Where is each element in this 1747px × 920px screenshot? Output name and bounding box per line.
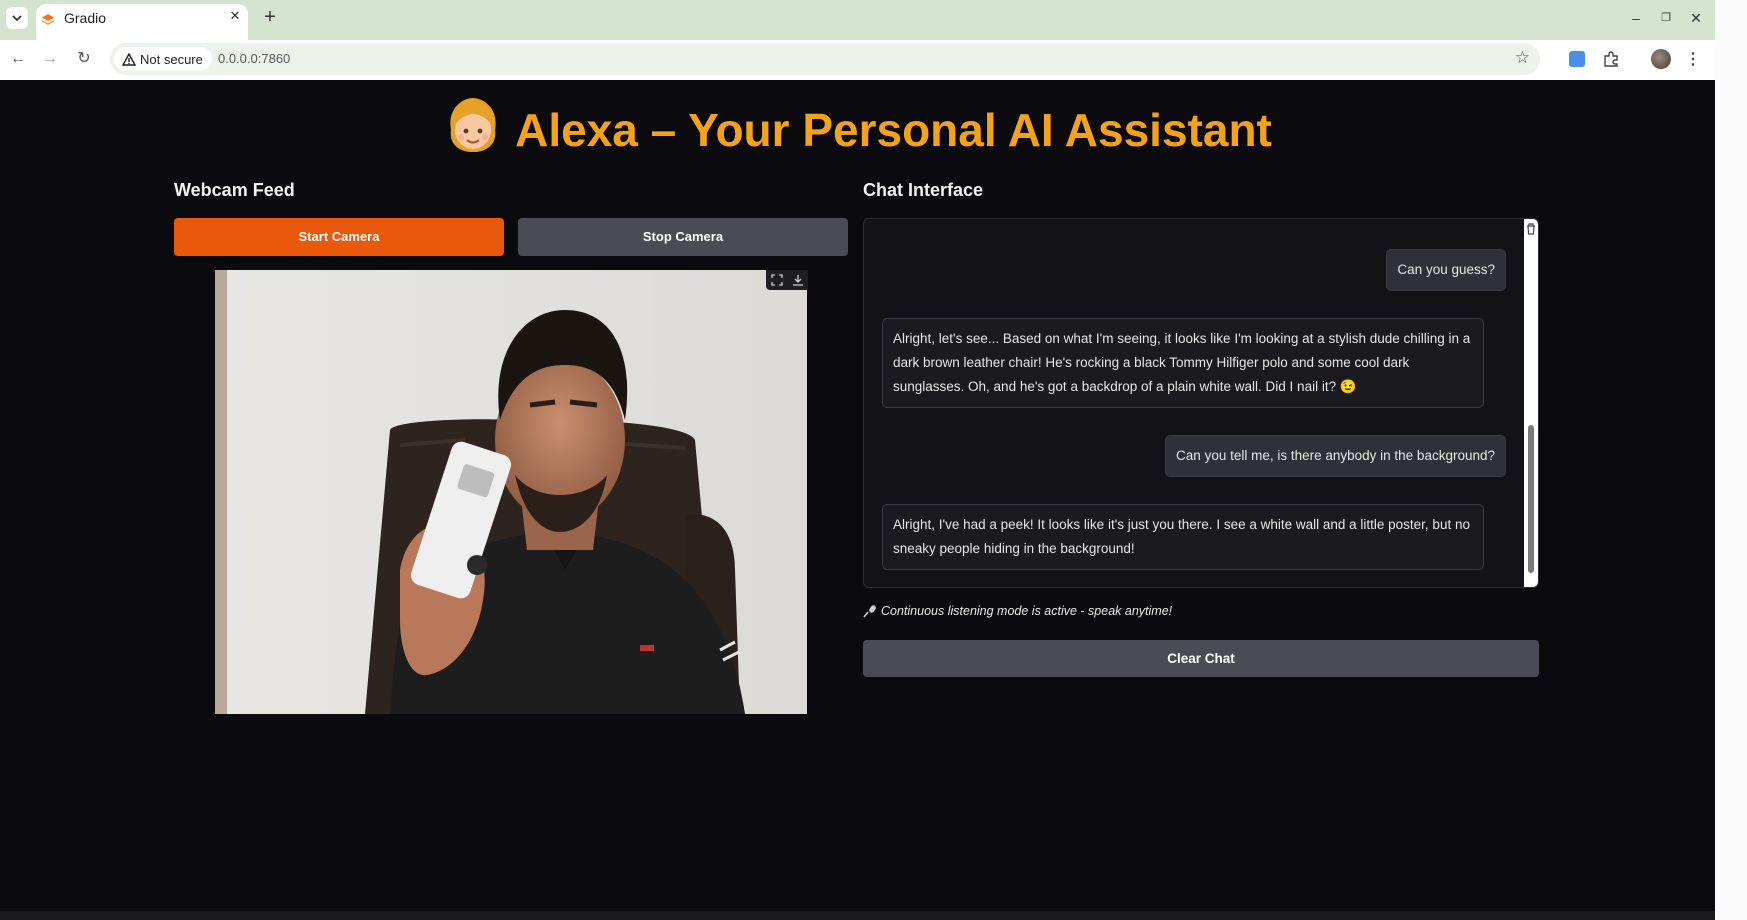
clear-chat-button[interactable]: Clear Chat [863,640,1539,677]
tab-search-button[interactable] [6,7,28,29]
minimize-icon[interactable]: – [1626,8,1646,28]
warning-icon [122,52,136,66]
chat-scrollbar[interactable] [1524,219,1538,587]
chat-scroll-thumb[interactable] [1528,425,1534,573]
bot-message: Alright, let's see... Based on what I'm … [882,318,1484,408]
url-text[interactable]: 0.0.0.0:7860 [218,51,290,66]
gradio-favicon-icon [42,14,54,25]
close-window-icon[interactable]: ✕ [1686,8,1706,28]
profile-avatar-icon[interactable] [1650,48,1672,70]
back-icon[interactable]: ← [6,47,30,71]
new-tab-button[interactable]: + [259,7,281,29]
trash-icon[interactable] [1526,223,1536,235]
security-chip[interactable]: Not secure [114,47,212,71]
stop-camera-button[interactable]: Stop Camera [518,218,848,256]
extensions-puzzle-icon[interactable] [1600,48,1622,70]
webcam-feed-image [215,270,807,714]
bot-message: Alright, I've had a peek! It looks like … [882,504,1484,570]
extension-translate-icon[interactable] [1566,48,1588,70]
girl-emoji-icon [450,98,496,152]
browser-menu-icon[interactable]: ⋮ [1682,48,1704,70]
page-title-text: Alexa – Your Personal AI Assistant [515,104,1272,156]
download-icon[interactable] [792,274,804,286]
tab-title: Gradio [64,10,107,26]
browser-toolbar: ← → ↻ Not secure 0.0.0.0:7860 ☆ ⋮ [0,40,1715,80]
tab-strip: Gradio ✕ + – ❐ ✕ [0,0,1715,40]
image-toolbar [766,270,808,290]
tab-close-icon[interactable]: ✕ [227,8,243,24]
window-bottom-edge [0,911,1715,920]
listening-status: Continuous listening mode is active - sp… [863,604,1172,618]
microphone-icon [863,605,876,618]
chatbot-panel[interactable]: Can you guess? Alright, let's see... Bas… [863,218,1539,588]
webcam-heading: Webcam Feed [174,180,295,200]
user-message: Can you tell me, is there anybody in the… [1165,435,1506,477]
reload-icon[interactable]: ↻ [72,47,96,71]
forward-icon[interactable]: → [38,47,62,71]
address-bar[interactable]: Not secure 0.0.0.0:7860 ☆ [110,43,1540,75]
start-camera-button[interactable]: Start Camera [174,218,504,256]
page-title: Alexa – Your Personal AI Assistant [0,96,1715,157]
user-message: Can you guess? [1386,249,1506,291]
desktop-edge [1715,0,1747,920]
fullscreen-icon[interactable] [770,274,783,286]
chevron-down-icon [12,14,22,21]
chat-heading: Chat Interface [863,180,984,200]
bookmark-star-icon[interactable]: ☆ [1515,48,1530,68]
listening-status-text: Continuous listening mode is active - sp… [881,604,1173,618]
restore-icon[interactable]: ❐ [1656,8,1676,28]
browser-window: Gradio ✕ + – ❐ ✕ ← → ↻ Not secure 0.0.0.… [0,0,1715,920]
webcam-photo [215,270,807,714]
security-label: Not secure [140,51,203,67]
